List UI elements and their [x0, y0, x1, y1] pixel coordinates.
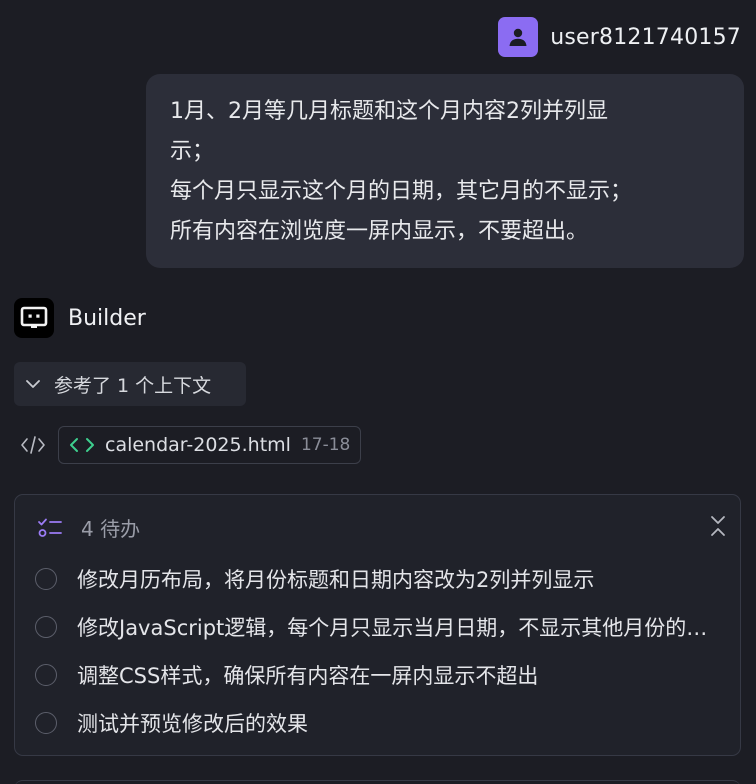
- builder-logo-icon: [20, 306, 48, 328]
- todo-text: 修改月历布局，将月份标题和日期内容改为2列并列显示: [77, 568, 595, 592]
- message-line: 1月、2月等几月标题和这个月内容2列并列显: [170, 99, 608, 124]
- user-avatar: [498, 17, 539, 57]
- context-label: 参考了 1 个上下文: [54, 374, 212, 397]
- collapse-icon: [711, 516, 725, 536]
- message-line: 示；: [170, 139, 215, 164]
- todo-text: 调整CSS样式，确保所有内容在一屏内显示不超出: [77, 664, 539, 688]
- next-panel-edge: [14, 780, 741, 784]
- context-toggle[interactable]: 参考了 1 个上下文: [14, 362, 246, 406]
- todo-header: 4 待办: [37, 513, 140, 542]
- chevron-down-icon: [26, 380, 40, 388]
- user-message: 1月、2月等几月标题和这个月内容2列并列显 示； 每个月只显示这个月的日期，其它…: [146, 74, 744, 268]
- todo-text: 测试并预览修改后的效果: [77, 712, 308, 736]
- todo-item[interactable]: 修改JavaScript逻辑，每个月只显示当月日期，不显示其他月份的日期: [35, 603, 725, 651]
- todo-checkbox[interactable]: [35, 568, 57, 590]
- todo-item[interactable]: 调整CSS样式，确保所有内容在一屏内显示不超出: [35, 651, 725, 699]
- file-chip[interactable]: calendar-2025.html 17-18: [58, 426, 362, 464]
- message-line: 每个月只显示这个月的日期，其它月的不显示；: [170, 179, 633, 204]
- checklist-icon: [38, 518, 62, 537]
- message-line: 所有内容在浏览度一屏内显示，不要超出。: [170, 219, 589, 244]
- file-reference: calendar-2025.html 17-18: [20, 426, 362, 464]
- todo-panel: 4 待办 修改月历布局，将月份标题和日期内容改为2列并列显示 修改JavaScr…: [14, 494, 741, 756]
- person-icon: [509, 28, 527, 46]
- todo-item[interactable]: 修改月历布局，将月份标题和日期内容改为2列并列显示: [35, 555, 725, 603]
- todo-checkbox[interactable]: [35, 664, 57, 686]
- code-tag-icon: [21, 436, 45, 454]
- builder-logo: [14, 298, 54, 338]
- todo-checkbox[interactable]: [35, 616, 57, 638]
- code-icon: [70, 438, 94, 452]
- file-name: calendar-2025.html: [105, 434, 291, 456]
- assistant-header: Builder: [14, 298, 146, 338]
- file-line-range: 17-18: [300, 435, 351, 455]
- user-header: user8121740157: [498, 17, 741, 57]
- assistant-name: Builder: [68, 305, 146, 331]
- user-name: user8121740157: [550, 24, 741, 50]
- todo-text: 修改JavaScript逻辑，每个月只显示当月日期，不显示其他月份的日期: [77, 616, 722, 640]
- todo-title: 4 待办: [81, 517, 141, 541]
- todo-checkbox[interactable]: [35, 712, 57, 734]
- collapse-button[interactable]: [710, 515, 726, 541]
- chat-page: user8121740157 1月、2月等几月标题和这个月内容2列并列显 示； …: [0, 0, 756, 784]
- todo-item[interactable]: 测试并预览修改后的效果: [35, 699, 725, 747]
- todo-list: 修改月历布局，将月份标题和日期内容改为2列并列显示 修改JavaScript逻辑…: [35, 555, 725, 747]
